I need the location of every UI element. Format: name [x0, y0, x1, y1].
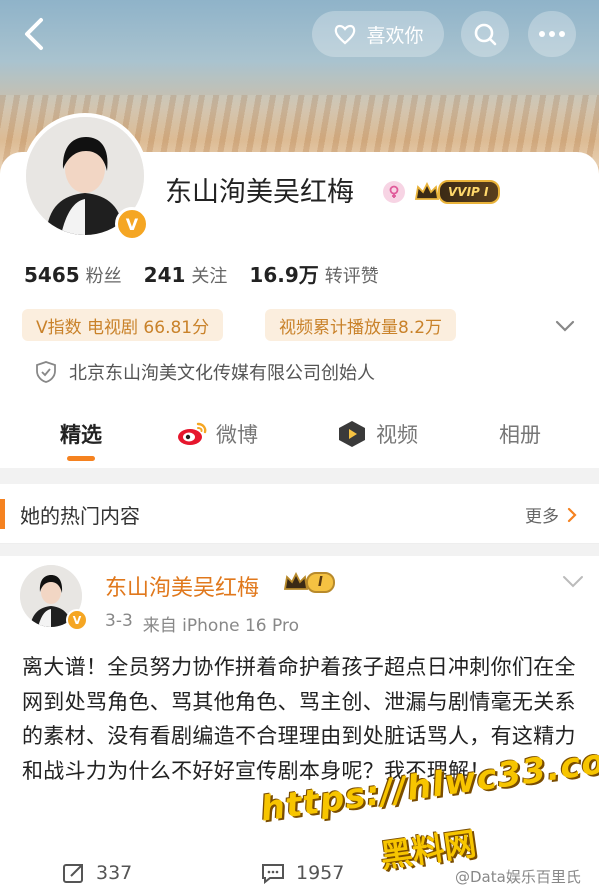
more-icon: [539, 31, 565, 37]
post-source: 来自 iPhone 16 Pro: [142, 616, 299, 636]
organization-info: 北京东山洵美文化传媒有限公司创始人: [35, 359, 375, 385]
search-button[interactable]: [461, 11, 509, 57]
back-button[interactable]: [14, 14, 54, 54]
more-link[interactable]: 更多: [525, 502, 577, 527]
post-author-name[interactable]: 东山洵美吴红梅: [105, 570, 259, 602]
section-title: 她的热门内容: [20, 504, 140, 528]
tab-weibo[interactable]: 微博: [176, 414, 258, 454]
tab-video[interactable]: 视频: [336, 414, 418, 454]
weibo-icon: [178, 422, 207, 445]
v-index-tag[interactable]: V指数 电视剧 66.81分: [22, 309, 224, 341]
tab-featured[interactable]: 精选: [60, 414, 102, 454]
stat-followers[interactable]: 5465 粉丝: [24, 262, 122, 288]
post-meta: 3-3 来自 iPhone 16 Pro: [105, 611, 299, 636]
tab-album[interactable]: 相册: [499, 414, 541, 454]
active-tab-indicator: [67, 456, 95, 461]
watermark-handle: @Data娱乐百里氏: [455, 868, 581, 886]
repost-icon: [63, 864, 83, 883]
chevron-right-icon: [567, 507, 577, 522]
like-you-button[interactable]: 喜欢你: [312, 11, 444, 57]
verified-badge: V: [115, 207, 149, 241]
stat-engagement[interactable]: 16.9万 转评赞: [249, 259, 378, 288]
heart-hand-icon: [335, 24, 356, 45]
comment-button[interactable]: 1957: [260, 862, 344, 884]
like-you-label: 喜欢你: [366, 24, 424, 47]
vvip-label: VVIP I: [438, 180, 501, 204]
video-icon: [339, 421, 365, 447]
section-accent-bar: [0, 499, 5, 529]
section-divider: [0, 468, 599, 484]
crown-icon: [414, 181, 440, 200]
comment-icon: [262, 864, 284, 884]
organization-label: 北京东山洵美文化传媒有限公司创始人: [69, 363, 375, 384]
search-icon: [474, 23, 497, 46]
profile-stats: 5465 粉丝 241 关注 16.9万 转评赞: [24, 259, 379, 288]
post-menu-chevron-icon[interactable]: [560, 572, 586, 592]
post-date: 3-3: [105, 611, 133, 631]
shield-icon: [36, 361, 56, 383]
more-button[interactable]: [528, 11, 576, 57]
back-icon: [25, 18, 43, 50]
chevron-down-icon[interactable]: [552, 313, 578, 339]
repost-button[interactable]: 337: [62, 862, 132, 884]
video-plays-tag[interactable]: 视频累计播放量8.2万: [265, 309, 457, 341]
post-verified-badge: V: [66, 609, 88, 631]
profile-name: 东山洵美吴红梅: [165, 177, 354, 208]
vvip-badge[interactable]: VVIP I: [414, 178, 501, 206]
section-divider-2: [0, 544, 599, 556]
stat-following[interactable]: 241 关注: [144, 262, 228, 288]
female-icon: [383, 181, 405, 203]
post-vip-badge: I: [283, 571, 335, 593]
